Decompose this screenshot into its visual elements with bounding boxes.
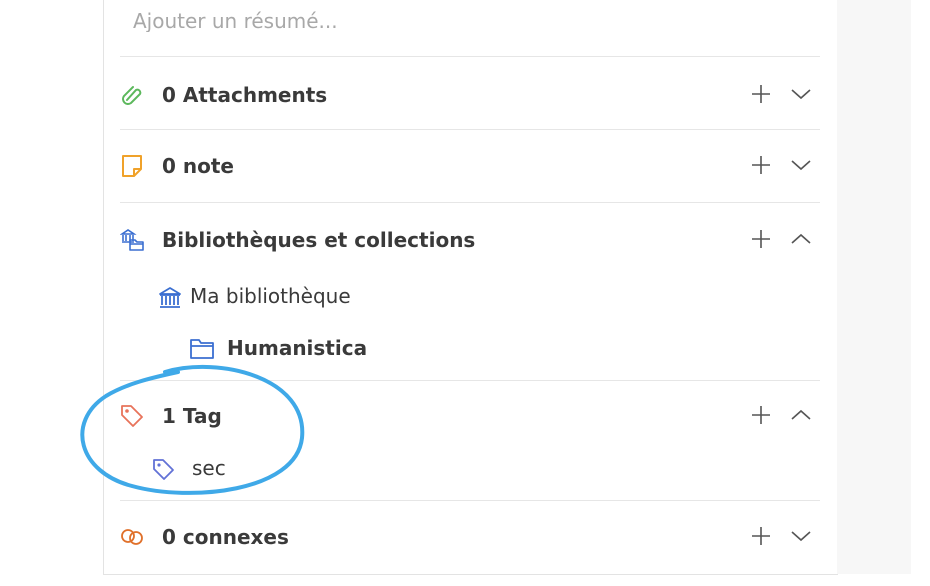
attachments-header[interactable]: 0 Attachments [120, 75, 820, 115]
divider [120, 500, 820, 501]
chevron-up-icon[interactable] [790, 406, 812, 424]
notes-header[interactable]: 0 note [120, 146, 820, 186]
chevron-down-icon[interactable] [790, 85, 812, 103]
tag-icon [152, 458, 176, 482]
add-to-collection-button[interactable] [750, 228, 772, 250]
collection-name: Humanistica [227, 336, 368, 360]
abstract-placeholder: Ajouter un résumé... [133, 9, 338, 32]
divider [120, 380, 820, 381]
chevron-down-icon[interactable] [790, 156, 812, 174]
note-icon [120, 154, 144, 178]
chevron-up-icon[interactable] [790, 230, 812, 248]
link-chain-icon [120, 525, 144, 549]
notes-label: 0 note [162, 154, 234, 178]
related-header[interactable]: 0 connexes [120, 517, 820, 557]
divider [120, 56, 820, 57]
libraries-header[interactable]: Bibliothèques et collections [120, 220, 820, 260]
chevron-down-icon[interactable] [790, 527, 812, 545]
tags-label: 1 Tag [162, 404, 222, 428]
paperclip-icon [120, 83, 144, 107]
tag-item-label: sec [192, 456, 226, 480]
attachments-label: 0 Attachments [162, 83, 328, 107]
libraries-label: Bibliothèques et collections [162, 228, 476, 252]
side-panel-gutter [837, 0, 911, 574]
add-tag-button[interactable] [750, 404, 772, 426]
add-note-button[interactable] [750, 154, 772, 176]
divider [120, 202, 820, 203]
bank-building-icon [158, 286, 182, 310]
add-attachment-button[interactable] [750, 83, 772, 105]
add-related-button[interactable] [750, 525, 772, 547]
abstract-field[interactable]: Ajouter un résumé... [133, 6, 338, 32]
divider [120, 129, 820, 130]
library-collection-icon [120, 228, 144, 252]
tag-icon [120, 404, 144, 428]
library-name: Ma bibliothèque [190, 284, 351, 308]
tags-header[interactable]: 1 Tag [120, 396, 820, 436]
related-label: 0 connexes [162, 525, 289, 549]
folder-icon [189, 337, 214, 361]
